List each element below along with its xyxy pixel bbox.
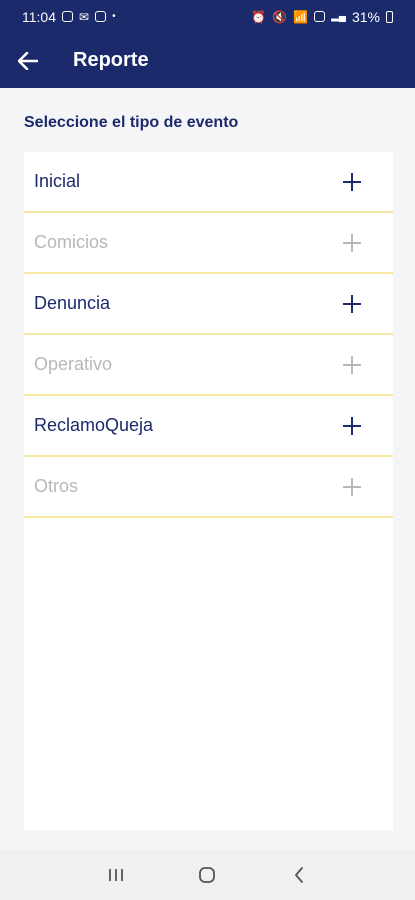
status-bar-left: 11:04 ✉ • xyxy=(22,9,116,25)
instagram-icon xyxy=(62,11,73,22)
event-type-comicios[interactable]: Comicios xyxy=(24,213,393,274)
alarm-icon: ⏰ xyxy=(251,9,267,24)
gmail-icon: ✉ xyxy=(79,9,90,24)
system-back-button[interactable] xyxy=(279,855,319,895)
event-type-list: Inicial Comicios Denuncia Operativo Recl… xyxy=(24,152,393,830)
event-type-label: Operativo xyxy=(34,354,113,374)
event-type-label: Denuncia xyxy=(34,293,111,313)
back-button[interactable] xyxy=(0,33,56,88)
home-icon xyxy=(199,867,216,883)
event-type-reclamoqueja[interactable]: ReclamoQueja xyxy=(24,396,393,457)
event-type-label: Comicios xyxy=(34,232,109,252)
plus-icon[interactable] xyxy=(343,172,361,191)
event-type-label: Inicial xyxy=(34,171,81,191)
event-type-label: ReclamoQueja xyxy=(34,415,154,435)
battery-icon xyxy=(386,10,393,23)
battery-percent: 31% xyxy=(351,8,380,25)
status-time: 11:04 xyxy=(22,8,56,25)
notification-dot: • xyxy=(112,11,116,22)
signal-icon: ▂▄ xyxy=(331,11,346,22)
system-nav-bar xyxy=(0,850,415,900)
app-bar: Reporte xyxy=(0,33,415,88)
page-title: Reporte xyxy=(73,49,149,71)
section-label: Seleccione el tipo de evento xyxy=(24,114,239,131)
sim-icon xyxy=(314,11,326,22)
status-bar-right: ⏰ 🔇 📶 ▂▄ 31% xyxy=(251,9,393,25)
arrow-left-icon xyxy=(18,51,38,70)
wifi-icon: 📶 xyxy=(293,9,309,24)
status-bar: 11:04 ✉ • ⏰ 🔇 📶 ▂▄ 31% xyxy=(0,0,415,33)
event-type-otros[interactable]: Otros xyxy=(24,457,393,518)
event-type-label: Otros xyxy=(34,476,79,496)
event-type-inicial[interactable]: Inicial xyxy=(24,152,393,213)
recent-apps-icon xyxy=(108,869,123,881)
plus-icon[interactable] xyxy=(343,416,361,435)
chevron-left-icon xyxy=(295,867,304,883)
event-type-denuncia[interactable]: Denuncia xyxy=(24,274,393,335)
plus-icon[interactable] xyxy=(343,355,361,374)
recent-apps-button[interactable] xyxy=(96,855,136,895)
gallery-icon xyxy=(95,11,107,22)
plus-icon[interactable] xyxy=(343,477,361,496)
plus-icon[interactable] xyxy=(343,233,361,252)
plus-icon[interactable] xyxy=(343,294,361,313)
event-type-operativo[interactable]: Operativo xyxy=(24,335,393,396)
home-button[interactable] xyxy=(187,855,227,895)
mute-icon: 🔇 xyxy=(272,9,288,24)
